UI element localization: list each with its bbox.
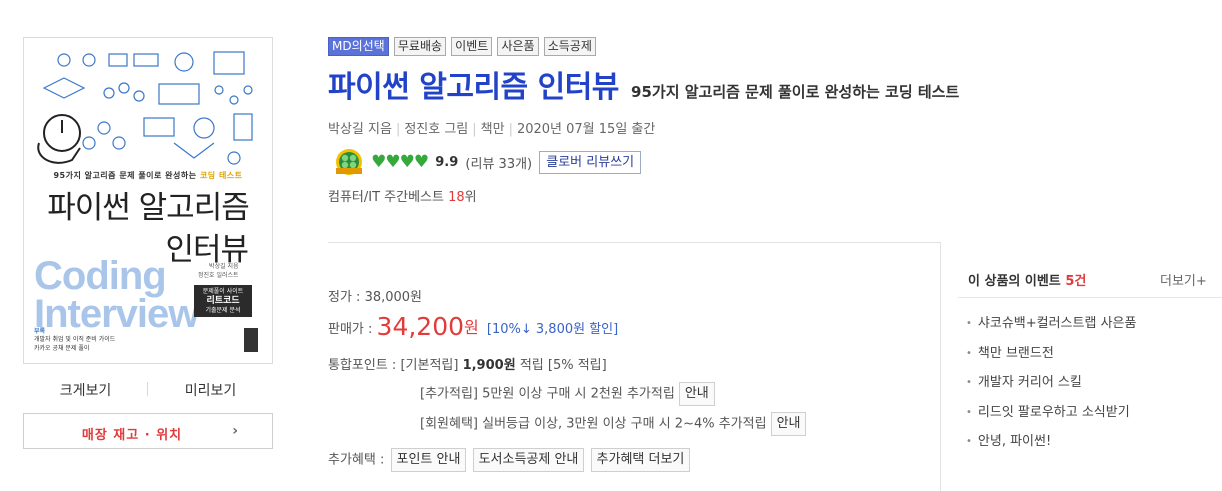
sale-price-unit: 원 — [464, 318, 479, 337]
preview-link[interactable]: 미리보기 — [148, 380, 273, 400]
extra-points-info-button[interactable]: 안내 — [678, 382, 715, 406]
event-item[interactable]: • 책만 브랜드전 — [966, 342, 1136, 372]
divider — [940, 242, 941, 491]
member-benefit-row: [회원혜택] 실버등급 이상, 3만원 이상 구매 시 2~4% 추가적립 안내 — [420, 412, 807, 436]
event-item[interactable]: • 리드잇 팔로우하고 소식받기 — [966, 401, 1136, 431]
badge-gift: 사은품 — [497, 37, 539, 56]
discount-info: [10%↓ 3,800원 할인] — [486, 322, 619, 337]
cover-leetcode-badge: 문제풀이 사이트 리트코드 기출문제 분석 — [194, 285, 252, 317]
cover-authors: 박상길 지음 정진호 일러스트 — [198, 263, 239, 279]
product-title: 파이썬 알고리즘 인터뷰 95가지 알고리즘 문제 풀이로 완성하는 코딩 테스… — [328, 62, 959, 106]
large-view-link[interactable]: 크게보기 — [23, 380, 148, 400]
more-benefits-button[interactable]: 추가혜택 더보기 — [590, 448, 691, 472]
publish-date: 2020년 07월 15일 출간 — [516, 122, 656, 137]
heart-rating-icon: ♥♥♥♥ — [371, 152, 429, 172]
additional-benefits-row: 추가혜택 : 포인트 안내 도서소득공제 안내 추가혜택 더보기 — [328, 448, 691, 472]
bestseller-rank[interactable]: 컴퓨터/IT 주간베스트 18위 — [328, 186, 477, 205]
point-info-button[interactable]: 포인트 안내 — [390, 448, 467, 472]
author-link[interactable]: 박상길 지음 — [328, 122, 392, 137]
event-item[interactable]: • 안녕, 파이썬! — [966, 430, 1136, 460]
badge-tax-deduction: 소득공제 — [543, 37, 596, 56]
page-subtitle: 95가지 알고리즘 문제 풀이로 완성하는 코딩 테스트 — [631, 83, 960, 101]
extra-points-row: [추가적립] 5만원 이상 구매 시 2천원 추가적립 안내 — [420, 382, 715, 406]
events-title: 이 상품의 이벤트 5건 — [968, 274, 1087, 289]
badge-free-shipping: 무료배송 — [393, 37, 447, 56]
cover-view-links: 크게보기 미리보기 — [23, 380, 273, 400]
product-badges: MD의선택 무료배송 이벤트 사은품 소득공제 — [328, 37, 597, 57]
chevron-right-icon: › — [232, 423, 238, 439]
book-tax-deduction-button[interactable]: 도서소득공제 안내 — [472, 448, 585, 472]
page-title: 파이썬 알고리즘 인터뷰 — [328, 70, 619, 105]
sale-price-row: 판매가 : 34,200원 [10%↓ 3,800원 할인] — [328, 312, 618, 341]
sale-price-label: 판매가 : — [328, 322, 373, 337]
badge-event: 이벤트 — [451, 37, 493, 56]
member-benefit-info-button[interactable]: 안내 — [770, 412, 807, 436]
sale-price-value: 34,200 — [376, 312, 465, 341]
divider — [958, 297, 1222, 298]
publisher-logo — [244, 328, 258, 352]
clover-review-icon — [336, 149, 362, 175]
event-item[interactable]: • 샤코슈백+컬러스트랩 사은품 — [966, 312, 1136, 342]
cover-subtitle: 95가지 알고리즘 문제 풀이로 완성하는 코딩 테스트 — [53, 171, 243, 180]
events-list: • 샤코슈백+컬러스트랩 사은품 • 책만 브랜드전 • 개발자 커리어 스킬 • 리드… — [966, 312, 1136, 460]
event-item[interactable]: • 개발자 커리어 스킬 — [966, 371, 1136, 401]
review-count-link[interactable]: (리뷰 33개) — [465, 153, 532, 172]
product-meta: 박상길 지음 | 정진호 그림 | 책만 | 2020년 07월 15일 출간 — [328, 122, 656, 137]
divider — [328, 242, 940, 243]
events-more-link[interactable]: 더보기+ — [1160, 270, 1207, 289]
cover-footer: 부록 개발자 취업 및 이직 준비 가이드 카카오 공채 문제 풀이 — [34, 328, 116, 352]
badge-md-choice: MD의선택 — [328, 37, 389, 56]
points-row: 통합포인트 : [기본적립] 1,900원 적립 [5% 적립] — [328, 358, 607, 373]
rating-score: 9.9 — [435, 154, 459, 170]
cover-title-line1: 파이썬 알고리즘 — [47, 190, 250, 226]
write-review-button[interactable]: 클로버 리뷰쓰기 — [539, 150, 642, 174]
illustrator-link[interactable]: 정진호 그림 — [404, 122, 468, 137]
book-cover-frame[interactable]: 95가지 알고리즘 문제 풀이로 완성하는 코딩 테스트 파이썬 알고리즘 인터… — [23, 37, 273, 364]
rating-row: ♥♥♥♥ 9.9 (리뷰 33개) 클로버 리뷰쓰기 — [334, 148, 642, 176]
store-stock-location-button[interactable]: 매장 재고 · 위치 › — [23, 413, 273, 449]
book-cover-image[interactable]: 95가지 알고리즘 문제 풀이로 완성하는 코딩 테스트 파이썬 알고리즘 인터… — [26, 40, 270, 361]
store-button-label: 매장 재고 · 위치 — [81, 428, 183, 443]
publisher-link[interactable]: 책만 — [481, 122, 505, 137]
list-price: 정가 : 38,000원 — [328, 290, 423, 305]
